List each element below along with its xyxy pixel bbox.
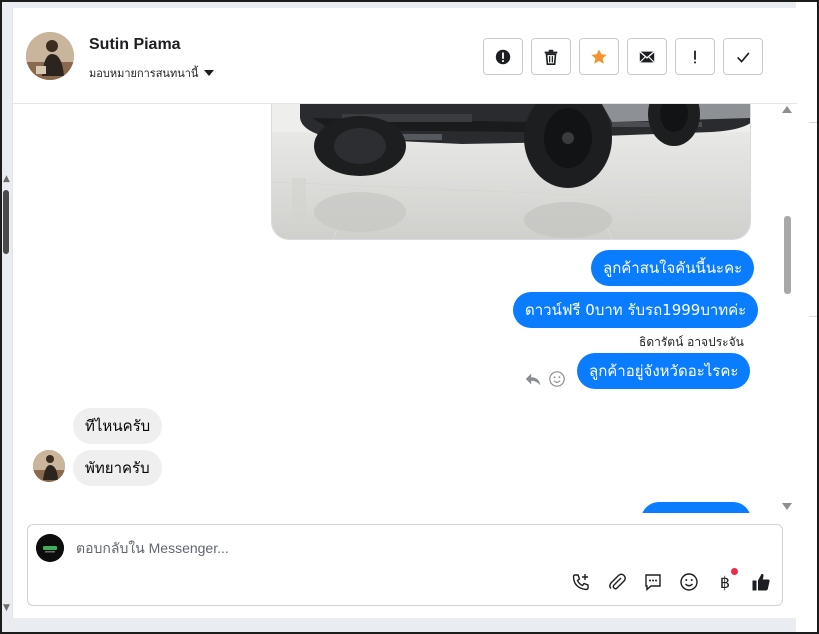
- chat-scrollbar-thumb[interactable]: [784, 216, 791, 294]
- star-icon: [591, 48, 607, 64]
- left-scrollbar-thumb[interactable]: [3, 190, 9, 254]
- paperclip-icon: [609, 573, 626, 590]
- divider: [809, 122, 817, 123]
- composer-tools: ฿: [570, 568, 772, 593]
- reply-composer: ฿: [27, 524, 783, 606]
- header-actions: [483, 38, 763, 75]
- reply-icon[interactable]: [524, 370, 542, 388]
- mark-done-button[interactable]: [723, 38, 763, 75]
- contact-avatar[interactable]: [26, 32, 74, 80]
- trash-icon: [544, 49, 558, 65]
- assign-label: มอบหมายการสนทนานี้: [89, 67, 199, 80]
- saved-replies-button[interactable]: [642, 571, 664, 593]
- scroll-up-arrow-icon[interactable]: ▲: [3, 174, 10, 184]
- contact-mini-avatar: [33, 450, 65, 482]
- outgoing-message[interactable]: ลูกค้าสนใจคันนี้นะคะ: [591, 250, 755, 286]
- exclamation-icon: [694, 50, 696, 63]
- incoming-message[interactable]: ทีไหนครับ: [73, 408, 163, 444]
- outgoing-message-partial[interactable]: [641, 502, 751, 513]
- attach-button[interactable]: [606, 571, 628, 593]
- report-button[interactable]: [483, 38, 523, 75]
- envelope-icon: [639, 50, 655, 63]
- outgoing-message[interactable]: ลูกค้าอยู่จังหวัดอะไรคะ: [577, 353, 751, 389]
- message-thread: ลูกค้าสนใจคันนี้นะคะ ดาวน์ฟรี 0บาท รับรถ…: [13, 104, 797, 513]
- payment-button[interactable]: ฿: [714, 568, 738, 593]
- react-emoji-icon[interactable]: [548, 370, 566, 388]
- mark-unread-button[interactable]: [627, 38, 667, 75]
- emoji-button[interactable]: [678, 571, 700, 593]
- notification-dot: [731, 568, 738, 575]
- incoming-message[interactable]: พัทยาครับ: [73, 450, 162, 486]
- check-icon: [737, 51, 750, 63]
- star-button[interactable]: [579, 38, 619, 75]
- saved-reply-icon: [645, 574, 661, 592]
- delete-button[interactable]: [531, 38, 571, 75]
- emoji-icon: [680, 573, 698, 591]
- exclamation-circle-icon: [495, 49, 511, 64]
- assign-conversation-dropdown[interactable]: มอบหมายการสนทนานี้: [89, 64, 215, 82]
- divider: [809, 316, 817, 317]
- outgoing-message[interactable]: ดาวน์ฟรี 0บาท รับรถ1999บาทค่ะ: [513, 292, 759, 328]
- scroll-up-icon[interactable]: [782, 106, 792, 113]
- scroll-down-arrow-icon[interactable]: ▼: [3, 603, 10, 613]
- window-frame: ▲ ▼ Sutin Piama มอบหมายการสนทนานี้ ลูกค้…: [0, 0, 819, 634]
- call-button[interactable]: [570, 571, 592, 593]
- spam-button[interactable]: [675, 38, 715, 75]
- right-side-strip: [796, 2, 817, 632]
- thumbs-up-icon: [752, 573, 770, 591]
- sender-name: ธิดารัตน์ อาจประจัน: [639, 335, 744, 349]
- message-actions: [524, 370, 566, 388]
- left-gutter: ▲ ▼: [2, 2, 12, 632]
- conversation-header: Sutin Piama มอบหมายการสนทนานี้: [13, 8, 797, 104]
- contact-name[interactable]: Sutin Piama: [89, 36, 181, 54]
- page-avatar: [36, 534, 64, 562]
- call-plus-icon: [572, 574, 589, 591]
- chat-scrollbar[interactable]: [781, 104, 793, 513]
- scroll-down-icon[interactable]: [782, 503, 792, 510]
- baht-icon: ฿: [719, 572, 731, 592]
- caret-down-icon: [204, 70, 215, 76]
- reply-input[interactable]: [76, 537, 576, 559]
- car-photo-attachment[interactable]: [271, 104, 751, 240]
- like-button[interactable]: [750, 571, 772, 593]
- conversation-panel: Sutin Piama มอบหมายการสนทนานี้ ลูกค้าสนใ…: [12, 8, 797, 618]
